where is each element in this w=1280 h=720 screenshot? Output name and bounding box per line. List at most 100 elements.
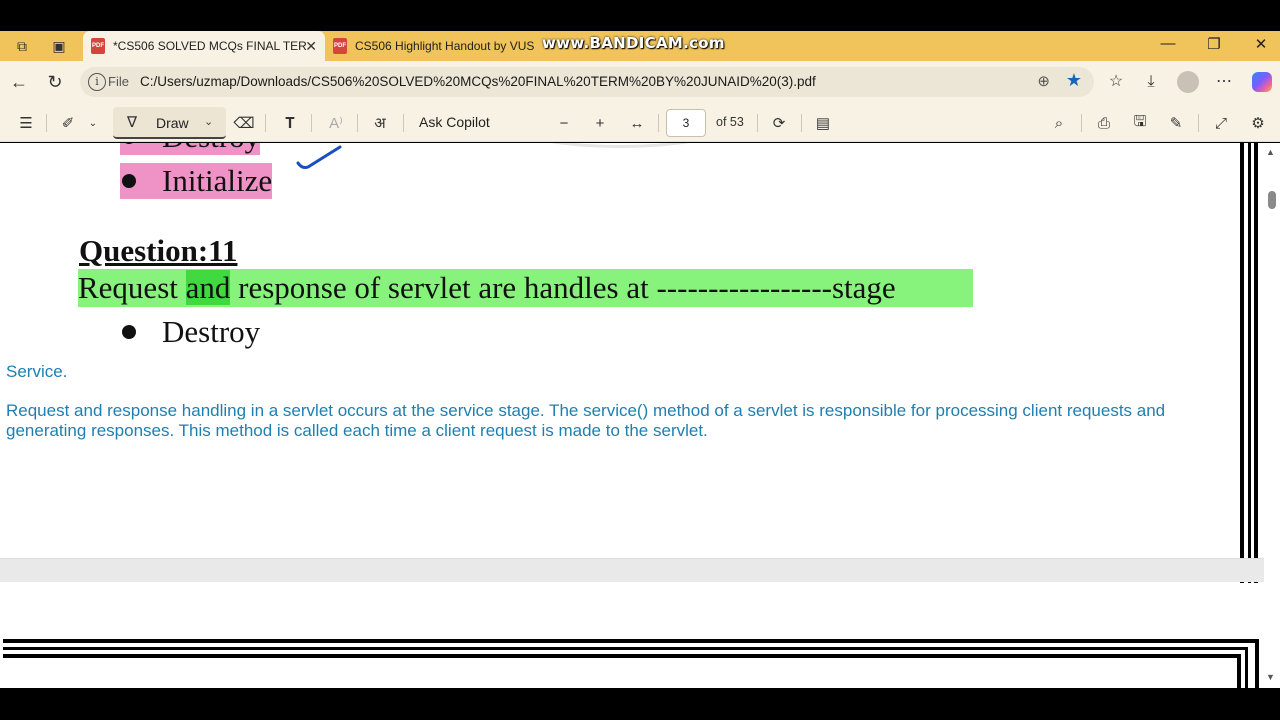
back-arrow-icon[interactable]: ← bbox=[7, 71, 31, 93]
option-initialize: Initialize bbox=[120, 163, 273, 199]
tab-strip: ⧉ ▣ PDF *CS506 SOLVED MCQs FINAL TER ✕ P… bbox=[0, 31, 1280, 61]
read-aloud-icon[interactable]: A⁾ bbox=[324, 112, 348, 134]
restore-icon[interactable]: ❐ bbox=[1199, 35, 1229, 53]
print-icon[interactable]: ⎙ bbox=[1092, 112, 1116, 134]
question-text: Request and response of servlet are hand… bbox=[78, 269, 973, 307]
toolbar-divider bbox=[1081, 114, 1082, 132]
profile-avatar[interactable] bbox=[1177, 71, 1199, 93]
pdf-document-view[interactable]: Destroy Initialize Question:11 Request a… bbox=[0, 143, 1264, 688]
background-watermark-shape bbox=[480, 143, 760, 148]
scroll-up-arrow-icon[interactable]: ▲ bbox=[1266, 147, 1275, 157]
page-border bbox=[3, 654, 1237, 658]
page-border bbox=[1240, 143, 1244, 622]
zoom-in-icon[interactable]: + bbox=[589, 112, 611, 134]
toolbar-divider bbox=[801, 114, 802, 132]
zoom-out-icon[interactable]: − bbox=[553, 112, 575, 134]
search-icon[interactable]: ⌕ bbox=[1047, 112, 1071, 134]
scroll-down-arrow-icon[interactable]: ▼ bbox=[1266, 672, 1275, 682]
save-icon[interactable]: 🖫 bbox=[1128, 112, 1152, 134]
refresh-icon[interactable]: ↻ bbox=[43, 71, 67, 93]
tab-title: CS506 Highlight Handout by VUS bbox=[355, 39, 535, 53]
text-box-icon[interactable]: 𝐓 bbox=[278, 112, 302, 134]
more-menu-icon[interactable]: ⋯ bbox=[1211, 71, 1237, 93]
draw-label: Draw bbox=[156, 115, 189, 131]
rotate-icon[interactable]: ⟳ bbox=[767, 112, 791, 134]
toolbar-divider bbox=[311, 114, 312, 132]
close-tab-icon[interactable]: ✕ bbox=[305, 38, 317, 55]
page-border bbox=[1255, 639, 1259, 688]
info-icon[interactable]: i bbox=[88, 73, 106, 91]
bullet-icon bbox=[122, 143, 136, 144]
zoom-icon[interactable]: ⊕ bbox=[1037, 72, 1050, 90]
option-destroy: Destroy bbox=[120, 314, 260, 350]
bandicam-watermark: www.BANDICAM.com bbox=[542, 34, 725, 52]
translate-icon[interactable]: अ bbox=[368, 112, 392, 134]
page-count: of 53 bbox=[716, 115, 744, 129]
page-border bbox=[1245, 647, 1248, 688]
ink-checkmark-icon bbox=[296, 145, 342, 169]
fullscreen-icon[interactable]: ⤢ bbox=[1209, 112, 1233, 134]
answer-explanation: Request and response handling in a servl… bbox=[6, 401, 1166, 440]
option-destroy-previous: Destroy bbox=[120, 143, 261, 155]
page-border bbox=[3, 647, 1245, 650]
next-page-title: AL-JUNAID TECH INSTITUTE bbox=[95, 680, 828, 688]
pdf-file-icon: PDF bbox=[333, 38, 347, 54]
tab-actions-icon[interactable]: ▣ bbox=[48, 36, 70, 56]
option-text: Destroy bbox=[162, 314, 261, 349]
address-bar[interactable]: i File C:/Users/uzmap/Downloads/CS506%20… bbox=[80, 67, 1094, 97]
eraser-icon[interactable]: ⌫ bbox=[232, 112, 256, 134]
option-text: Initialize bbox=[162, 163, 273, 198]
toolbar-divider bbox=[46, 114, 47, 132]
scrollbar-thumb[interactable] bbox=[1268, 191, 1276, 209]
chevron-down-icon[interactable]: ⌄ bbox=[204, 115, 213, 128]
page-number-input[interactable]: 3 bbox=[666, 109, 706, 137]
question-text-part: response of servlet are handles at -----… bbox=[230, 270, 896, 305]
pdf-page-4: AL-JUNAID TECH INSTITUTE bbox=[0, 583, 1262, 688]
close-window-icon[interactable]: ✕ bbox=[1246, 35, 1276, 53]
recording-letterbox-bottom bbox=[0, 688, 1280, 720]
recording-letterbox-top bbox=[0, 0, 1280, 31]
ask-copilot-button[interactable]: Ask Copilot bbox=[419, 114, 490, 130]
screen: ⧉ ▣ PDF *CS506 SOLVED MCQs FINAL TER ✕ P… bbox=[0, 0, 1280, 720]
question-text-highlight: and bbox=[185, 270, 231, 305]
draw-button[interactable]: ∇ Draw ⌄ bbox=[113, 107, 226, 139]
url-text[interactable]: C:/Users/uzmap/Downloads/CS506%20SOLVED%… bbox=[140, 74, 816, 89]
highlighter-icon[interactable]: ✐ bbox=[56, 112, 80, 134]
toolbar-divider bbox=[265, 114, 266, 132]
toolbar-divider bbox=[1198, 114, 1199, 132]
page-border bbox=[3, 639, 1255, 643]
favorites-icon[interactable]: ☆ bbox=[1103, 71, 1129, 93]
pen-icon: ∇ bbox=[127, 114, 138, 131]
toolbar-divider bbox=[403, 114, 404, 132]
question-heading: Question:11 bbox=[79, 233, 238, 268]
save-as-icon[interactable]: ✎ bbox=[1164, 112, 1188, 134]
tab-title: *CS506 SOLVED MCQs FINAL TER bbox=[113, 39, 307, 53]
question-text-part: Request bbox=[78, 270, 186, 305]
pdf-toolbar: ☰ ✐ ⌄ ∇ Draw ⌄ ⌫ 𝐓 A⁾ अ Ask Copilot − + … bbox=[0, 103, 1280, 142]
bullet-icon bbox=[122, 325, 136, 339]
page-border bbox=[1248, 143, 1251, 630]
minimize-icon[interactable]: — bbox=[1153, 35, 1183, 52]
bullet-icon bbox=[122, 174, 136, 188]
fit-to-width-icon[interactable]: ↔ bbox=[625, 112, 649, 134]
address-row: ← ↻ i File C:/Users/uzmap/Downloads/CS50… bbox=[0, 61, 1280, 103]
downloads-icon[interactable]: ⤓ bbox=[1138, 71, 1164, 93]
page-view-icon[interactable]: ▤ bbox=[811, 112, 835, 134]
chevron-down-icon[interactable]: ⌄ bbox=[85, 112, 101, 134]
copilot-icon[interactable] bbox=[1252, 72, 1272, 92]
vertical-scrollbar[interactable] bbox=[1264, 143, 1280, 688]
tab-cs506-highlight-handout[interactable]: PDF CS506 Highlight Handout by VUS bbox=[325, 31, 540, 61]
workspaces-icon[interactable]: ⧉ bbox=[11, 36, 33, 56]
toolbar-divider bbox=[357, 114, 358, 132]
favorite-star-icon[interactable]: ★ bbox=[1066, 70, 1082, 91]
tab-cs506-solved-mcqs[interactable]: PDF *CS506 SOLVED MCQs FINAL TER ✕ bbox=[83, 31, 325, 61]
toolbar-divider bbox=[757, 114, 758, 132]
option-text: Destroy bbox=[162, 143, 260, 155]
file-scheme-label: File bbox=[108, 74, 129, 89]
toolbar-divider bbox=[658, 114, 659, 132]
settings-gear-icon[interactable]: ⚙ bbox=[1246, 112, 1270, 134]
contents-list-icon[interactable]: ☰ bbox=[14, 112, 38, 134]
page-border bbox=[1237, 654, 1241, 688]
answer-title: Service. bbox=[6, 362, 68, 381]
pdf-file-icon: PDF bbox=[91, 38, 105, 54]
